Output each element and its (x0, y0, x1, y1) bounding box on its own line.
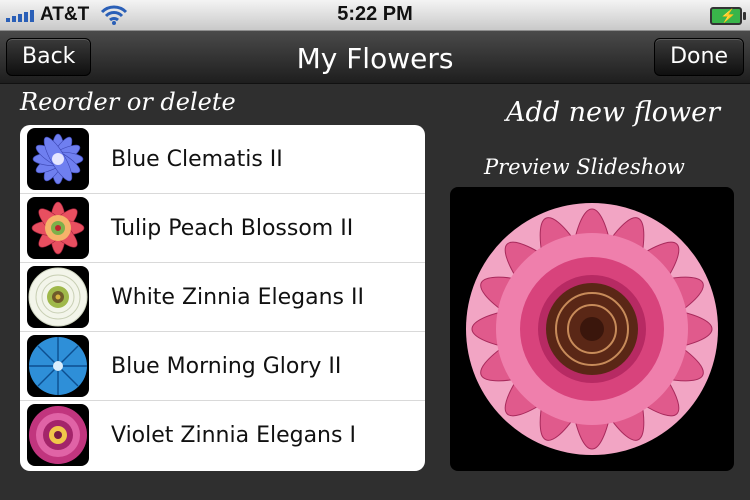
flower-thumbnail (27, 128, 89, 190)
list-item[interactable]: Tulip Peach Blossom II (20, 194, 425, 263)
list-item[interactable]: Blue Clematis II (20, 125, 425, 194)
flower-thumbnail (27, 266, 89, 328)
flower-name: Tulip Peach Blossom II (111, 215, 354, 241)
slideshow-preview-image[interactable] (450, 187, 734, 471)
navigation-bar: Back My Flowers Done (0, 31, 750, 84)
done-button[interactable]: Done (654, 38, 744, 76)
flower-list: Blue Clematis II Tulip Peach Blossom II (20, 125, 425, 471)
flower-name: White Zinnia Elegans II (111, 284, 364, 310)
flower-thumbnail (27, 335, 89, 397)
list-item[interactable]: White Zinnia Elegans II (20, 263, 425, 332)
battery-charging-icon: ⚡ (710, 7, 746, 25)
reorder-or-delete-label: Reorder or delete (20, 88, 236, 116)
status-bar: AT&T 5:22 PM ⚡ (0, 0, 750, 31)
flower-thumbnail (27, 404, 89, 466)
add-new-flower-button[interactable]: Add new flower (506, 97, 720, 128)
flower-thumbnail (27, 197, 89, 259)
list-item[interactable]: Blue Morning Glory II (20, 332, 425, 401)
flower-name: Blue Morning Glory II (111, 353, 342, 379)
flower-name: Blue Clematis II (111, 146, 283, 172)
preview-slideshow-label[interactable]: Preview Slideshow (484, 155, 685, 179)
status-time: 5:22 PM (337, 3, 413, 25)
flower-name: Violet Zinnia Elegans I (111, 422, 356, 448)
page-title: My Flowers (296, 42, 454, 75)
list-item[interactable]: Violet Zinnia Elegans I (20, 401, 425, 469)
